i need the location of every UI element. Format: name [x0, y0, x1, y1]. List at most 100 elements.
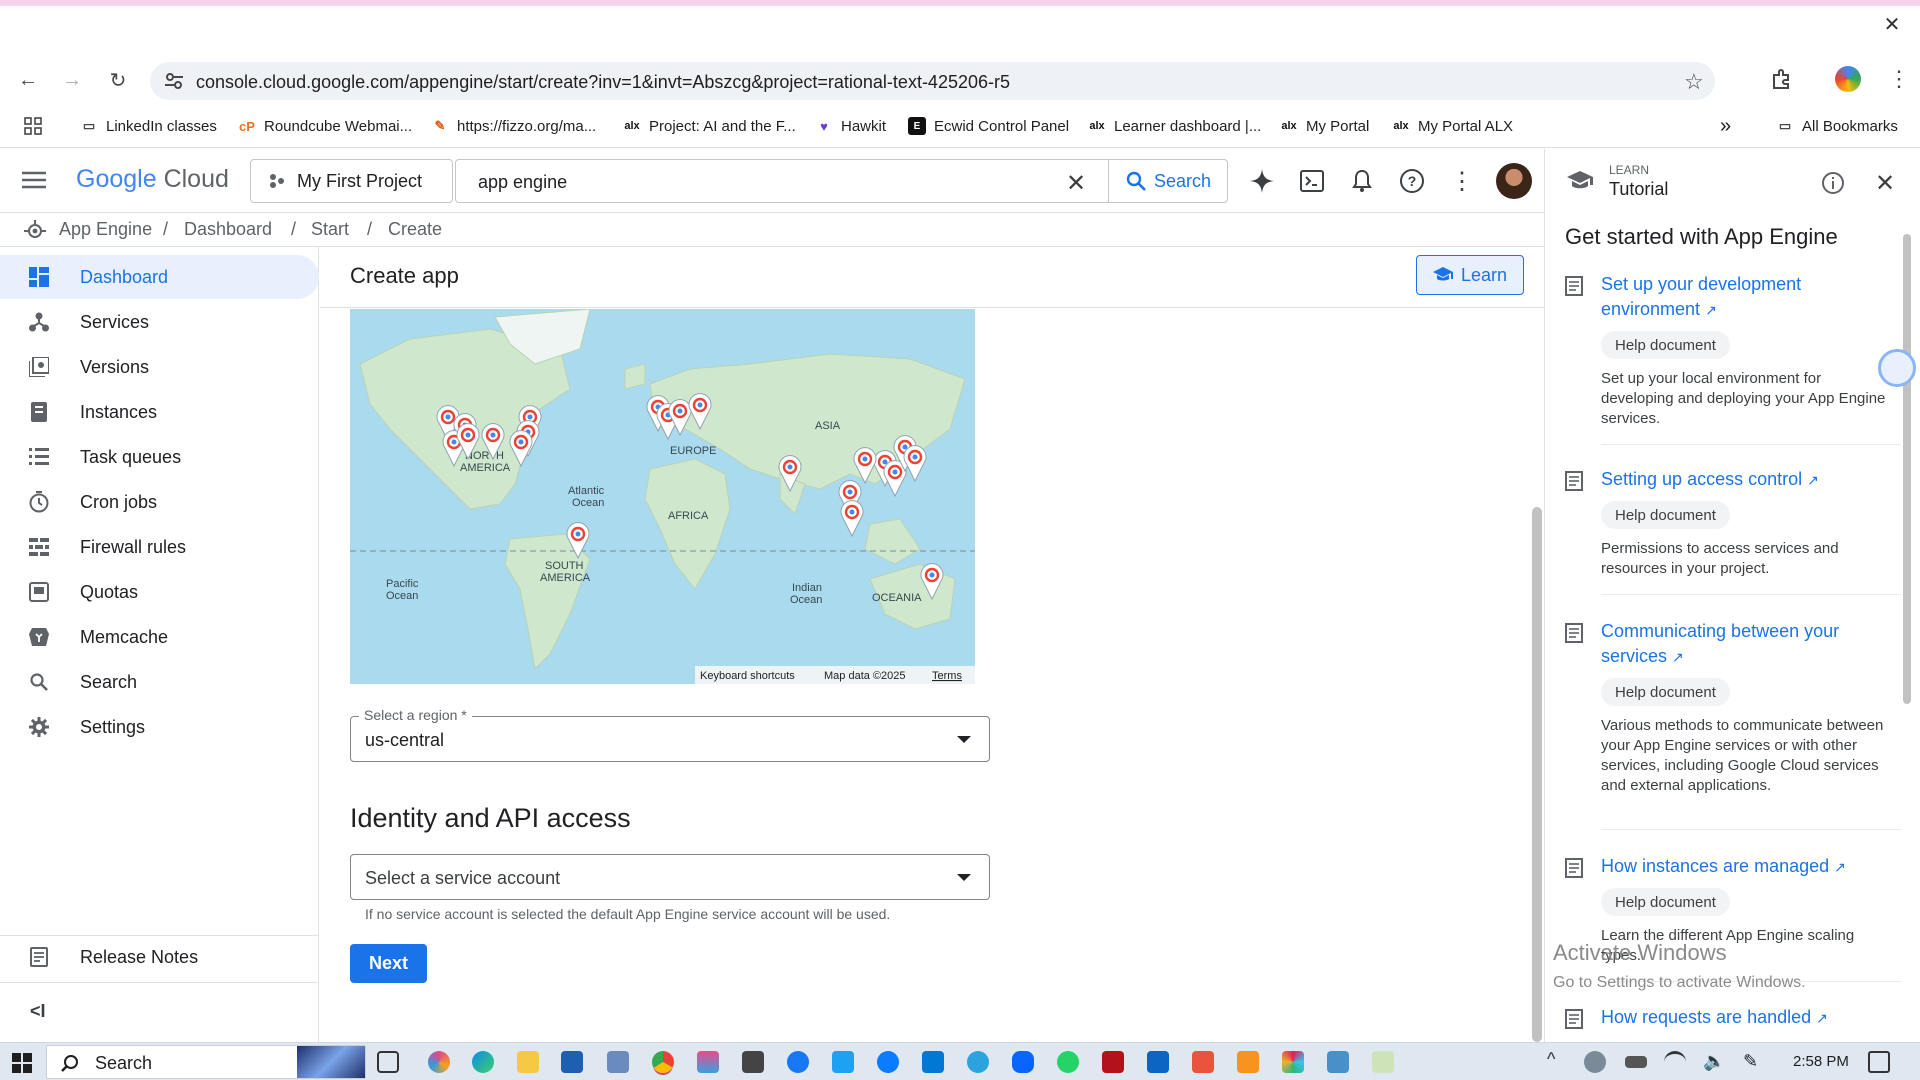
- collapse-sidebar-icon[interactable]: <I: [30, 1001, 46, 1022]
- clock[interactable]: 2:58 PM: [1793, 1053, 1849, 1070]
- sidebar-item-services[interactable]: Services: [0, 300, 319, 344]
- messenger-icon[interactable]: [877, 1051, 899, 1073]
- app-icon[interactable]: [742, 1051, 764, 1073]
- sidebar-item-release-notes[interactable]: Release Notes: [0, 935, 319, 979]
- cloud-shell-icon[interactable]: [1296, 165, 1328, 197]
- url-text[interactable]: console.cloud.google.com/appengine/start…: [196, 72, 1010, 93]
- bookmark-project-ai[interactable]: alx Project: AI and the F...: [623, 114, 795, 138]
- floating-assistant-icon[interactable]: [1878, 349, 1916, 387]
- wifi-icon[interactable]: [1664, 1051, 1686, 1073]
- tutorial-link[interactable]: Set up your development environment ↗: [1601, 272, 1901, 323]
- sidebar-item-versions[interactable]: Versions: [0, 345, 319, 389]
- network-icon[interactable]: [1584, 1051, 1606, 1073]
- tutorial-link[interactable]: How requests are handled ↗: [1601, 1005, 1901, 1031]
- app-icon[interactable]: [1237, 1051, 1259, 1073]
- breadcrumb-app-engine[interactable]: App Engine: [59, 219, 152, 240]
- tray-overflow-icon[interactable]: ^: [1547, 1049, 1555, 1070]
- reload-icon[interactable]: ↻: [104, 66, 132, 94]
- close-window-icon[interactable]: ✕: [1881, 14, 1903, 36]
- sidebar-item-memcache[interactable]: Memcache: [0, 615, 319, 659]
- bookmark-roundcube[interactable]: cP Roundcube Webmai...: [238, 114, 412, 138]
- recorder-icon[interactable]: [1192, 1051, 1214, 1073]
- notifications-icon[interactable]: [1346, 165, 1378, 197]
- tutorial-link[interactable]: Communicating between your services ↗: [1601, 619, 1901, 670]
- task-view-icon[interactable]: [377, 1051, 399, 1073]
- panel-scrollbar[interactable]: [1903, 234, 1911, 704]
- copilot-icon[interactable]: [428, 1051, 450, 1073]
- sidebar-item-firewall-rules[interactable]: Firewall rules: [0, 525, 319, 569]
- app-icon[interactable]: [1327, 1051, 1349, 1073]
- bookmark-hawkit[interactable]: ♥ Hawkit: [815, 114, 886, 138]
- bookmark-ecwid[interactable]: E Ecwid Control Panel: [908, 114, 1069, 138]
- address-bar[interactable]: console.cloud.google.com/appengine/start…: [150, 62, 1715, 100]
- main-menu-icon[interactable]: [22, 170, 46, 190]
- whatsapp-icon[interactable]: [1057, 1051, 1079, 1073]
- browser-menu-icon[interactable]: ⋮: [1888, 66, 1910, 92]
- apps-grid-icon[interactable]: [24, 117, 42, 135]
- map-keyboard-shortcuts[interactable]: Keyboard shortcuts: [700, 670, 795, 682]
- gemini-sparkle-icon[interactable]: [1246, 165, 1278, 197]
- app-icon[interactable]: [1372, 1051, 1394, 1073]
- google-cloud-logo[interactable]: Google Cloud: [76, 165, 229, 194]
- region-map[interactable]: NORTH AMERICA EUROPE ASIA AFRICA Atlanti…: [350, 309, 975, 684]
- notification-center-icon[interactable]: [1868, 1051, 1890, 1073]
- learn-button[interactable]: Learn: [1416, 255, 1524, 295]
- remote-desktop-icon[interactable]: [922, 1051, 944, 1073]
- profile-avatar-icon[interactable]: [1835, 66, 1861, 92]
- all-bookmarks-button[interactable]: ▭ All Bookmarks: [1776, 114, 1898, 138]
- breadcrumb-start[interactable]: Start: [311, 219, 349, 240]
- bookmark-my-portal[interactable]: alx My Portal: [1280, 114, 1369, 138]
- slack-icon[interactable]: [1282, 1051, 1304, 1073]
- sidebar-item-dashboard[interactable]: Dashboard: [0, 255, 319, 299]
- tutorial-link[interactable]: Setting up access control ↗: [1601, 467, 1901, 493]
- battery-icon[interactable]: [1625, 1056, 1647, 1068]
- help-icon[interactable]: ?: [1396, 165, 1428, 197]
- taskbar-search-box[interactable]: Search: [46, 1045, 366, 1079]
- clear-search-icon[interactable]: ✕: [1066, 169, 1086, 198]
- breadcrumb-dashboard[interactable]: Dashboard: [184, 219, 272, 240]
- sidebar-item-search[interactable]: Search: [0, 660, 319, 704]
- meta-icon[interactable]: [1012, 1051, 1034, 1073]
- sidebar-item-quotas[interactable]: Quotas: [0, 570, 319, 614]
- info-icon[interactable]: [1821, 171, 1845, 195]
- next-button[interactable]: Next: [350, 944, 427, 983]
- bookmark-my-portal-alx[interactable]: alx My Portal ALX: [1392, 114, 1513, 138]
- sidebar-item-cron-jobs[interactable]: Cron jobs: [0, 480, 319, 524]
- sidebar-item-instances[interactable]: Instances: [0, 390, 319, 434]
- volume-icon[interactable]: 🔈: [1703, 1051, 1725, 1073]
- extensions-icon[interactable]: [1770, 68, 1792, 90]
- app-icon[interactable]: [607, 1051, 629, 1073]
- close-panel-icon[interactable]: ✕: [1875, 169, 1895, 198]
- console-search-input[interactable]: app engine ✕ Search: [455, 159, 1228, 203]
- m365-icon[interactable]: [697, 1051, 719, 1073]
- site-info-icon[interactable]: [164, 72, 184, 90]
- chrome-icon[interactable]: [652, 1051, 674, 1073]
- project-picker-button[interactable]: My First Project: [250, 159, 453, 203]
- linkedin-icon[interactable]: [1147, 1051, 1169, 1073]
- bookmark-linkedin-classes[interactable]: ▭ LinkedIn classes: [80, 114, 217, 138]
- forward-icon[interactable]: →: [58, 66, 86, 94]
- store-icon[interactable]: [561, 1051, 583, 1073]
- sidebar-item-settings[interactable]: Settings: [0, 705, 319, 749]
- bookmark-learner-dashboard[interactable]: alx Learner dashboard |...: [1088, 114, 1261, 138]
- search-button[interactable]: Search: [1108, 160, 1228, 202]
- facebook-icon[interactable]: [787, 1051, 809, 1073]
- bookmarks-overflow-icon[interactable]: »: [1720, 114, 1731, 138]
- map-terms-link[interactable]: Terms: [932, 670, 962, 682]
- tutorial-link[interactable]: How instances are managed ↗: [1601, 854, 1901, 880]
- twitter-icon[interactable]: [832, 1051, 854, 1073]
- service-account-select[interactable]: Select a service account: [350, 854, 990, 900]
- more-options-icon[interactable]: ⋮: [1446, 165, 1478, 197]
- region-select[interactable]: Select a region * us-central: [350, 707, 990, 762]
- windows-start-icon[interactable]: [12, 1053, 32, 1073]
- bookmark-star-icon[interactable]: ☆: [1684, 69, 1704, 95]
- bookmark-fizzo[interactable]: ✎ https://fizzo.org/ma...: [431, 114, 597, 138]
- main-scrollbar[interactable]: [1532, 507, 1542, 1042]
- back-icon[interactable]: ←: [14, 66, 42, 94]
- edge-icon[interactable]: [472, 1051, 494, 1073]
- app-icon[interactable]: [1102, 1051, 1124, 1073]
- avatar[interactable]: [1496, 163, 1532, 199]
- file-explorer-icon[interactable]: [517, 1051, 539, 1073]
- pen-icon[interactable]: ✎: [1743, 1051, 1765, 1073]
- telegram-icon[interactable]: [967, 1051, 989, 1073]
